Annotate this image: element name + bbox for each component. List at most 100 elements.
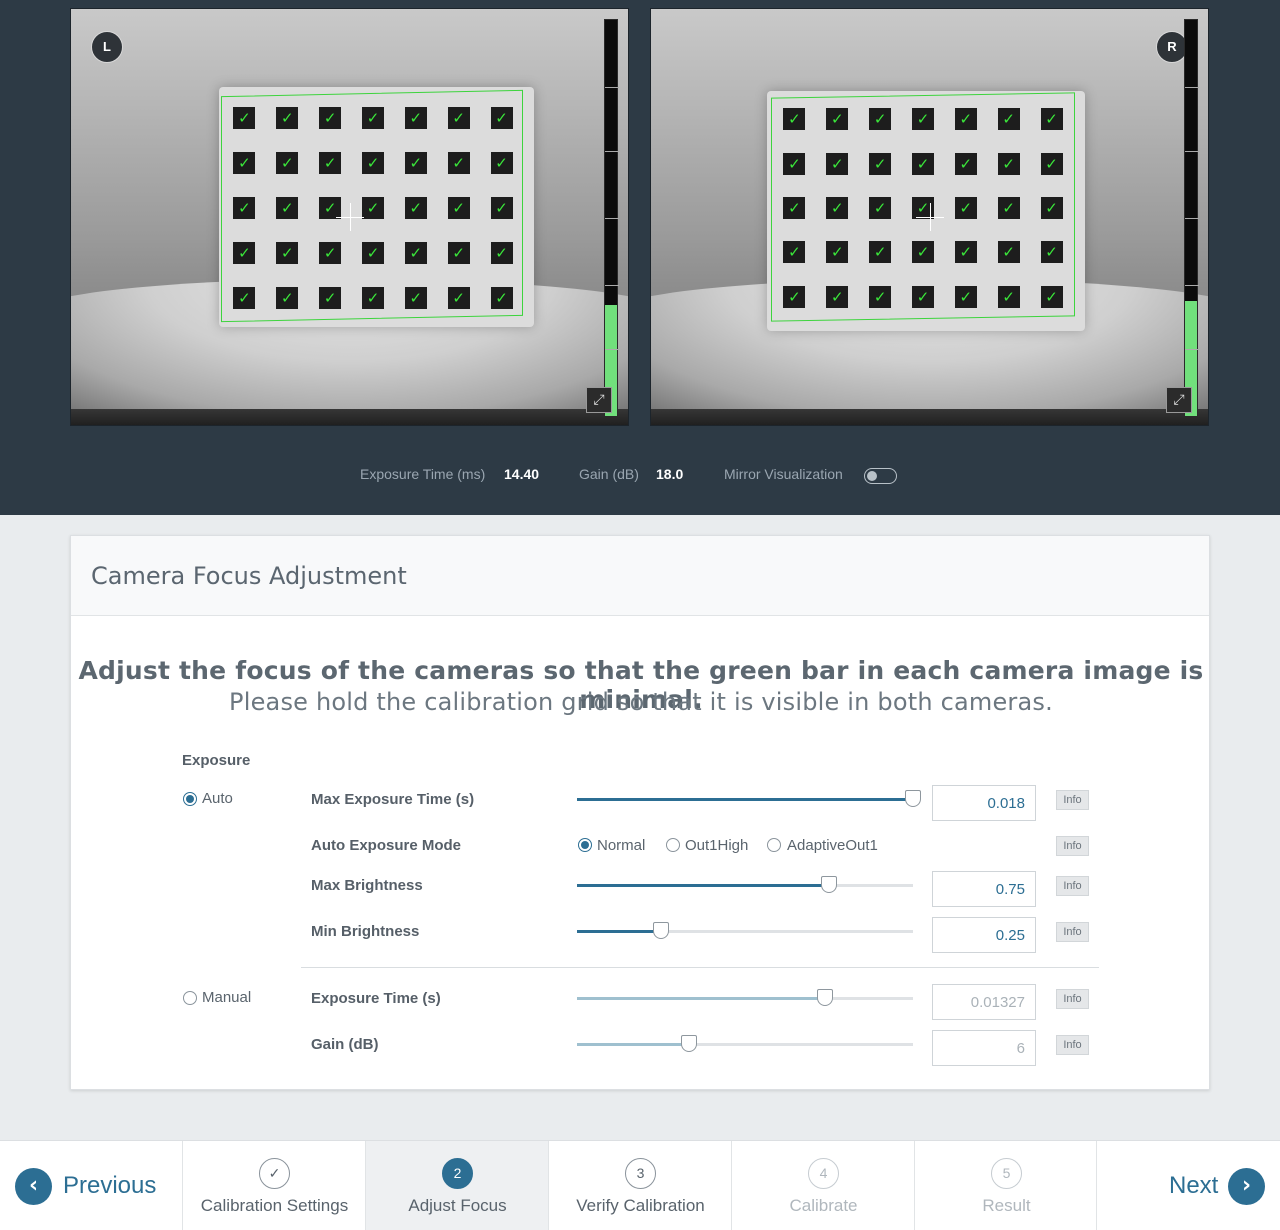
focus-bar-tick [605,348,619,350]
info-button[interactable]: Info [1056,836,1089,856]
grid-marker: ✓ [1030,141,1073,185]
gain-field[interactable]: 6 [932,1030,1036,1066]
slider-thumb[interactable] [816,989,833,1006]
max-brightness-field[interactable]: 0.75 [932,871,1036,907]
focus-bar-tick [1185,285,1199,287]
mode-out1high-label: Out1High [685,837,749,854]
grid-marker: ✓ [223,140,266,185]
slider-thumb[interactable] [821,876,837,893]
step-calibrate: 4 Calibrate [731,1141,914,1230]
left-camera-image[interactable]: ✓ ✓ ✓ ✓ ✓ ✓ ✓ ✓ ✓ ✓ ✓ ✓ ✓ ✓ ✓ ✓ ✓ ✓ ✓ ✓ ✓ ✓ ✓ ✓ ✓ ✓ ✓ ✓ ✓ ✓ ✓ ✓ ✓ ✓ ✓ L ⤢ [70,8,629,426]
grid-marker: ✓ [944,186,987,230]
min-brightness-field[interactable]: 0.25 [932,917,1036,953]
check-icon: ✓ [276,151,299,174]
mode-normal-radio[interactable] [578,838,592,852]
step-number: 2 [442,1158,473,1189]
expand-icon[interactable]: ⤢ [586,387,612,413]
grid-marker: ✓ [1030,275,1073,319]
check-icon: ✓ [869,152,892,175]
check-icon: ✓ [1040,241,1063,264]
max-brightness-slider[interactable] [577,876,913,893]
slider-thumb[interactable] [905,790,921,807]
mode-normal-label: Normal [597,837,646,854]
check-icon: ✓ [276,286,299,309]
previous-button[interactable]: ‹ Previous [0,1141,182,1230]
mode-out1high-radio[interactable] [666,838,680,852]
check-icon: ✓ [404,106,427,129]
min-brightness-slider[interactable] [577,922,913,939]
grid-marker: ✓ [352,230,395,275]
step-number: 3 [625,1158,656,1189]
grid-marker: ✓ [902,186,945,230]
focus-adjustment-panel: Camera Focus Adjustment Adjust the focus… [70,535,1210,1090]
info-button[interactable]: Info [1056,876,1089,896]
exposure-time-field[interactable]: 0.01327 [932,984,1036,1020]
grid-marker: ✓ [352,185,395,230]
grid-marker: ✓ [437,275,480,320]
info-button[interactable]: Info [1056,790,1089,810]
slider-thumb[interactable] [680,1035,697,1052]
slider-thumb[interactable] [653,922,669,939]
check-icon: ✓ [911,241,934,264]
check-icon: ✓ [490,106,513,129]
check-icon: ✓ [361,106,384,129]
grid-marker: ✓ [266,95,309,140]
check-icon: ✓ [869,196,892,219]
slider-fill [577,997,825,1000]
max-exposure-field[interactable]: 0.018 [932,785,1036,821]
previous-label: Previous [63,1172,157,1199]
max-exposure-slider[interactable] [577,790,921,807]
check-icon: ✓ [954,108,977,131]
focus-bar-tick [1185,150,1199,152]
check-icon: ✓ [276,241,299,264]
slider-fill [577,798,913,801]
grid-marker: ✓ [223,95,266,140]
info-button[interactable]: Info [1056,1035,1089,1055]
check-icon: ✓ [826,152,849,175]
check-icon: ✓ [361,286,384,309]
check-icon: ✓ [233,286,256,309]
expand-icon[interactable]: ⤢ [1166,387,1192,413]
step-calibration-settings[interactable]: ✓ Calibration Settings [182,1141,365,1230]
check-icon: ✓ [404,241,427,264]
gain-slider[interactable] [577,1035,913,1052]
manual-radio[interactable] [183,991,197,1005]
min-brightness-label: Min Brightness [311,923,420,940]
next-button[interactable]: Next › [1098,1141,1280,1230]
auto-radio[interactable] [183,792,197,806]
slider-fill [577,930,661,933]
grid-marker: ✓ [902,97,945,141]
grid-marker: ✓ [437,140,480,185]
grid-marker: ✓ [309,230,352,275]
grid-marker: ✓ [309,275,352,320]
grid-marker: ✓ [944,230,987,274]
grid-marker: ✓ [223,275,266,320]
grid-marker: ✓ [987,275,1030,319]
exposure-time-slider[interactable] [577,989,913,1006]
grid-marker: ✓ [816,141,859,185]
focus-bar [1184,19,1199,417]
step-verify-calibration[interactable]: 3 Verify Calibration [548,1141,731,1230]
check-icon: ✓ [997,285,1020,308]
grid-marker: ✓ [352,275,395,320]
grid-marker: ✓ [859,230,902,274]
info-button[interactable]: Info [1056,989,1089,1009]
check-icon: ✓ [869,241,892,264]
grid-marker: ✓ [859,275,902,319]
mirror-visualization-toggle[interactable] [864,468,897,484]
grid-marker: ✓ [309,140,352,185]
grid-marker: ✓ [1030,230,1073,274]
check-icon: ✓ [447,286,470,309]
grid-marker: ✓ [816,230,859,274]
grid-marker: ✓ [480,230,523,275]
mode-adaptiveout1-radio[interactable] [767,838,781,852]
check-icon: ✓ [319,151,342,174]
right-camera-image[interactable]: ✓ ✓ ✓ ✓ ✓ ✓ ✓ ✓ ✓ ✓ ✓ ✓ ✓ ✓ ✓ ✓ ✓ ✓ ✓ ✓ ✓ ✓ ✓ ✓ ✓ ✓ ✓ ✓ ✓ ✓ ✓ ✓ ✓ ✓ ✓ R ⤢ [650,8,1209,426]
step-adjust-focus[interactable]: 2 Adjust Focus [365,1141,548,1230]
grid-marker: ✓ [1030,186,1073,230]
instruction-subline: Please hold the calibration grid so that… [229,688,1053,716]
check-icon: ✓ [447,241,470,264]
info-button[interactable]: Info [1056,922,1089,942]
check-icon: ✓ [319,196,342,219]
grid-marker: ✓ [480,140,523,185]
